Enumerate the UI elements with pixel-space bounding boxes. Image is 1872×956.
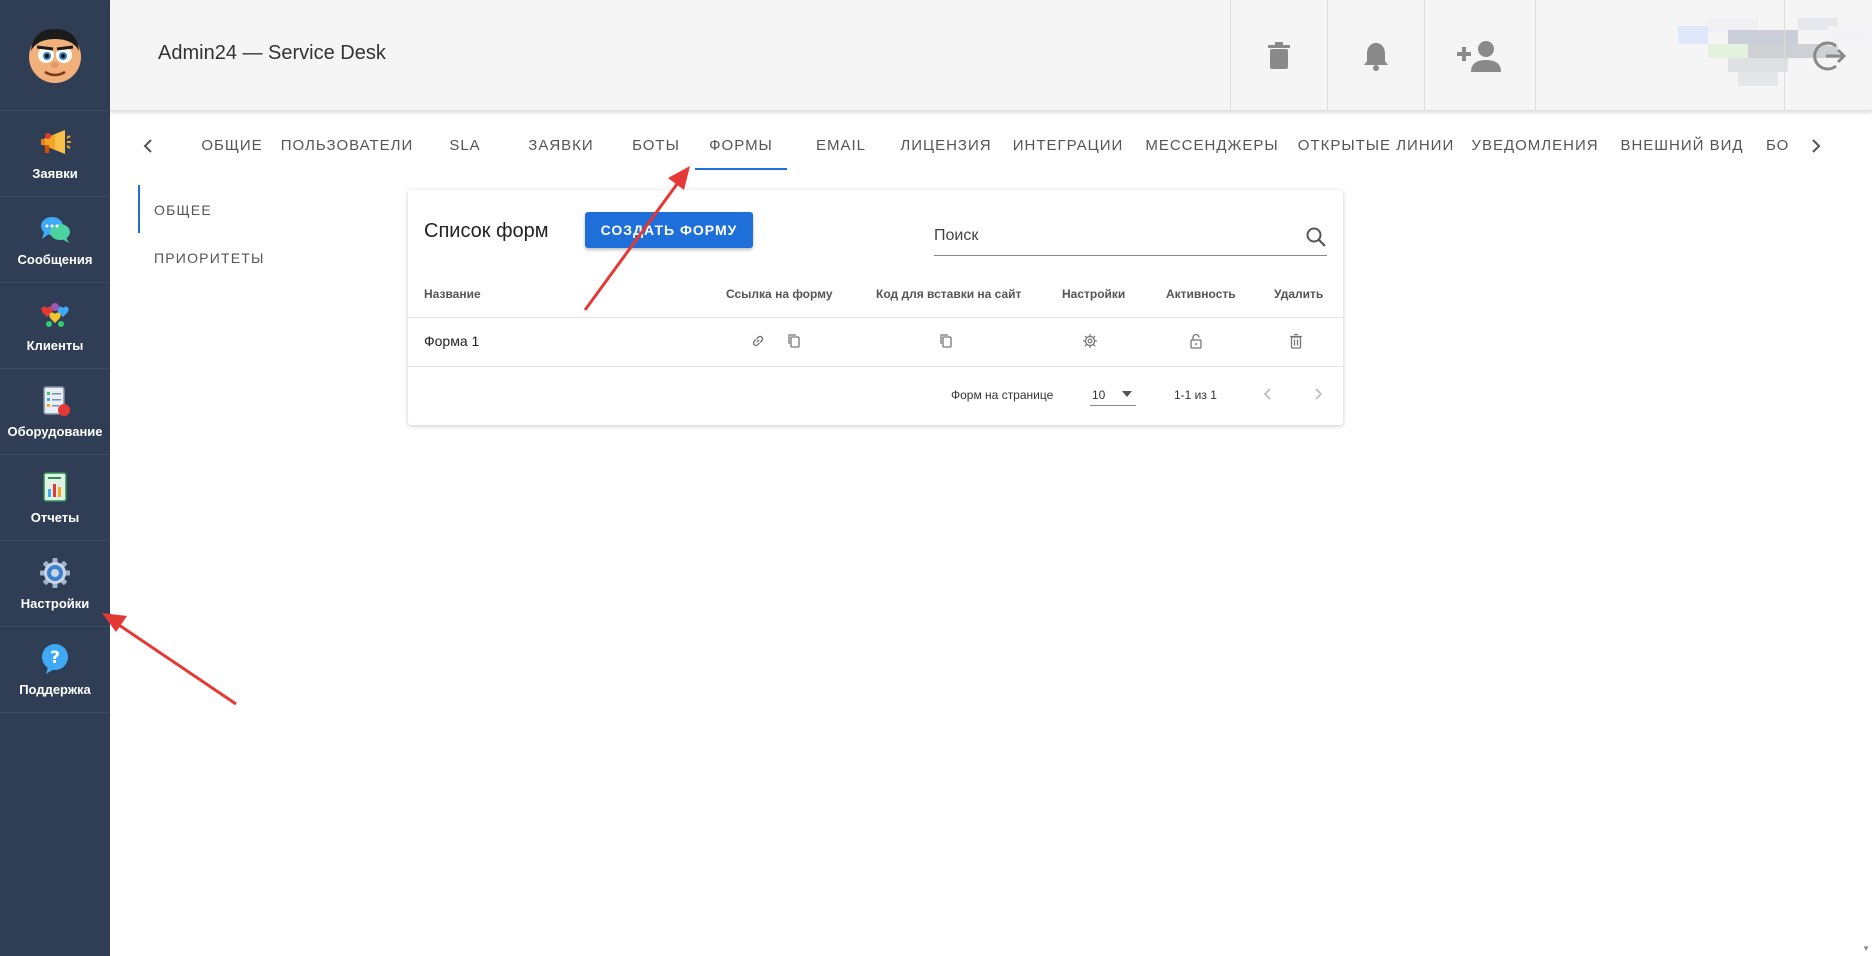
column-header-embed-code: Код для вставки на сайт (876, 287, 1022, 301)
sidebar-item-clients[interactable]: Клиенты (0, 283, 110, 369)
column-header-form-link: Ссылка на форму (726, 287, 833, 301)
gear-icon (38, 556, 72, 590)
chevron-right-icon (1812, 139, 1821, 153)
column-header-name: Название (424, 287, 481, 301)
column-header-activity: Активность (1166, 287, 1236, 301)
sidebar: Заявки Сообщения Клиенты Оборудование От… (0, 0, 110, 956)
cartoon-face-logo-icon[interactable] (23, 23, 87, 87)
form-settings-gear-icon[interactable] (1082, 333, 1098, 349)
sidebar-item-label: Поддержка (19, 682, 91, 697)
svg-text:?: ? (50, 648, 60, 668)
tab-general[interactable]: Общие (188, 124, 276, 172)
search-input[interactable] (934, 220, 1294, 252)
report-chart-icon (38, 470, 72, 504)
search-field (934, 220, 1327, 256)
tab-notifications[interactable]: Уведомления (1460, 124, 1610, 172)
forms-list-card: Список форм Создать форму Название Ссылк… (408, 190, 1343, 425)
settings-tabs: Общие Пользователи SLA Заявки Боты Формы… (110, 124, 1872, 172)
create-form-button[interactable]: Создать форму (585, 212, 753, 248)
form-name-cell: Форма 1 (424, 333, 480, 349)
tab-open-lines[interactable]: Открытые линии (1296, 124, 1456, 172)
subnav-item-general[interactable]: Общее (154, 202, 212, 218)
subnav-item-priorities[interactable]: Приоритеты (154, 250, 265, 266)
trash-button[interactable] (1230, 0, 1327, 111)
activity-lock-icon[interactable] (1188, 333, 1204, 349)
rows-per-page-select[interactable]: 10 (1090, 380, 1136, 406)
sidebar-item-messages[interactable]: Сообщения (0, 197, 110, 283)
tab-tickets[interactable]: Заявки (516, 124, 606, 172)
tab-integrations[interactable]: Интеграции (1008, 124, 1128, 172)
tab-users[interactable]: Пользователи (276, 124, 418, 172)
sidebar-item-equipment[interactable]: Оборудование (0, 369, 110, 455)
subnav-active-indicator (138, 185, 140, 233)
row-divider (408, 366, 1343, 367)
sidebar-item-tickets[interactable]: Заявки (0, 111, 110, 197)
equipment-checklist-icon (38, 384, 72, 418)
card-title: Список форм (424, 220, 549, 242)
sidebar-item-label: Заявки (32, 166, 78, 181)
search-icon[interactable] (1305, 226, 1327, 248)
megaphone-icon (38, 126, 72, 160)
sidebar-item-reports[interactable]: Отчеты (0, 455, 110, 541)
column-header-settings: Настройки (1062, 287, 1126, 301)
copy-embed-code-icon[interactable] (938, 333, 954, 349)
column-header-delete: Удалить (1274, 287, 1324, 301)
sidebar-item-settings[interactable]: Настройки (0, 541, 110, 627)
arrow-to-settings-item (102, 613, 237, 706)
tab-sla[interactable]: SLA (430, 124, 500, 172)
pagination-range: 1-1 из 1 (1174, 388, 1217, 402)
tab-overflow-partial[interactable]: Бо (1766, 124, 1790, 172)
sidebar-item-support[interactable]: ? Поддержка (0, 627, 110, 713)
app-title: Admin24 — Service Desk (158, 42, 386, 64)
next-page-chevron-icon[interactable] (1310, 386, 1326, 402)
chevron-left-icon (143, 139, 152, 153)
active-tab-indicator (695, 168, 787, 170)
rows-per-page-value: 10 (1092, 388, 1106, 402)
dropdown-arrow-icon (1122, 391, 1132, 397)
chat-bubbles-icon (38, 212, 72, 246)
rows-per-page-label: Форм на странице (951, 388, 1054, 402)
tabs-scroll-left-button[interactable] (136, 134, 160, 158)
logout-button[interactable] (1784, 0, 1872, 111)
tab-forms[interactable]: Формы (695, 124, 787, 172)
bell-icon (1364, 42, 1388, 71)
sidebar-item-label: Сообщения (17, 252, 93, 267)
tab-appearance[interactable]: Внешний вид (1616, 124, 1748, 172)
top-header: Admin24 — Service Desk (110, 0, 1872, 111)
sidebar-item-label: Клиенты (26, 338, 84, 353)
tabs-scroll-right-button[interactable] (1804, 134, 1828, 158)
sidebar-item-label: Настройки (20, 596, 90, 611)
tab-messengers[interactable]: Мессенджеры (1132, 124, 1292, 172)
add-user-icon (1457, 40, 1501, 72)
sidebar-item-label: Оборудование (7, 424, 103, 439)
help-bubble-icon: ? (38, 642, 72, 676)
tab-bots[interactable]: Боты (614, 124, 698, 172)
logo-cell (0, 0, 110, 111)
app-root: Заявки Сообщения Клиенты Оборудование От… (0, 0, 1872, 956)
tab-license[interactable]: Лицензия (888, 124, 1004, 172)
trash-icon (1268, 41, 1290, 69)
previous-page-chevron-icon[interactable] (1260, 386, 1276, 402)
copy-link-icon[interactable] (786, 333, 802, 349)
logout-icon (1812, 41, 1846, 70)
sidebar-item-label: Отчеты (30, 510, 80, 525)
delete-trash-icon[interactable] (1288, 333, 1304, 349)
scroll-down-marker-icon: ▼ (1862, 944, 1870, 953)
tab-email[interactable]: Email (798, 124, 884, 172)
add-user-button[interactable] (1424, 0, 1535, 111)
notifications-button[interactable] (1327, 0, 1424, 111)
link-icon[interactable] (750, 333, 766, 349)
clients-hearts-icon (38, 298, 72, 332)
header-divider (408, 317, 1343, 318)
